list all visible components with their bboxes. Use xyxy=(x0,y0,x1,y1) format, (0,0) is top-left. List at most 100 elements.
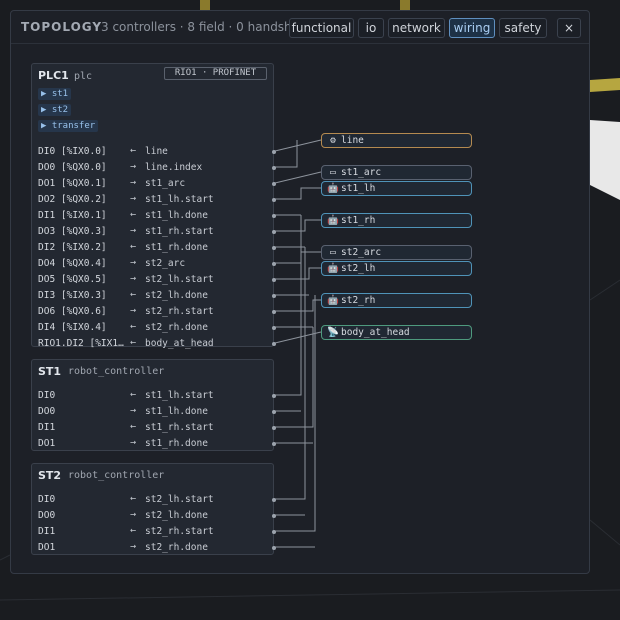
field-device-st2-rh[interactable]: 🤖 st2_rh xyxy=(321,293,472,308)
device-name: ST2 xyxy=(38,469,62,482)
port-connector[interactable] xyxy=(272,410,276,414)
port-connector[interactable] xyxy=(272,294,276,298)
signal-name: st2_rh.start xyxy=(145,526,214,537)
direction-arrow: → xyxy=(130,437,137,448)
port-connector[interactable] xyxy=(272,214,276,218)
field-device-st2-lh[interactable]: 🤖 st2_lh xyxy=(321,261,472,276)
direction-arrow: ← xyxy=(130,493,137,504)
signal-name: line xyxy=(145,146,168,157)
signal-name: st1_rh.done xyxy=(145,242,208,253)
port-address: DI0 [%IX0.0] xyxy=(38,146,107,157)
program-st1[interactable]: ▶ st1 xyxy=(38,88,72,100)
port-connector[interactable] xyxy=(272,246,276,250)
signal-name: st1_lh.start xyxy=(145,390,214,401)
port-connector[interactable] xyxy=(272,230,276,234)
port-address: DI0 xyxy=(38,494,56,505)
signal-name: st1_arc xyxy=(145,178,186,189)
device-name: PLC1 xyxy=(38,69,69,82)
field-device-st2-arc[interactable]: ▭ st2_arc xyxy=(321,245,472,260)
field-device-label: body_at_head xyxy=(341,327,410,338)
port-connector[interactable] xyxy=(272,166,276,170)
device-type: robot_controller xyxy=(68,470,165,481)
signal-name: st1_lh.done xyxy=(145,210,208,221)
direction-arrow: → xyxy=(130,161,137,172)
signal-name: st2_lh.done xyxy=(145,510,208,521)
field-device-label: st1_arc xyxy=(341,167,382,178)
port-address: DI3 [%IX0.3] xyxy=(38,290,107,301)
port-connector[interactable] xyxy=(272,530,276,534)
port-connector[interactable] xyxy=(272,262,276,266)
device-st2: ST2 robot_controller DI0 ← st2_lh.start DO0… xyxy=(31,463,276,555)
port-connector[interactable] xyxy=(272,394,276,398)
port-connector[interactable] xyxy=(272,198,276,202)
port-connector[interactable] xyxy=(272,150,276,154)
port-address: DO1 xyxy=(38,542,56,553)
field-device-label: st2_rh xyxy=(341,295,376,306)
field-device-st1-arc[interactable]: ▭ st1_arc xyxy=(321,165,472,180)
rectangle-icon: ▭ xyxy=(330,167,336,178)
port-address: DO1 [%QX0.1] xyxy=(38,178,107,189)
port-address: DO3 [%QX0.3] xyxy=(38,226,107,237)
field-device-st1-lh[interactable]: 🤖 st1_lh xyxy=(321,181,472,196)
port-connector[interactable] xyxy=(272,426,276,430)
port-connector[interactable] xyxy=(272,546,276,550)
field-device-label: st1_lh xyxy=(341,183,376,194)
port-connector[interactable] xyxy=(272,278,276,282)
port-address: RIO1.DI2 [%IX1… xyxy=(38,338,124,349)
robot-icon: 🤖 xyxy=(327,263,339,274)
program-transfer[interactable]: ▶ transfer xyxy=(38,120,99,132)
direction-arrow: → xyxy=(130,225,137,236)
field-device-st1-rh[interactable]: 🤖 st1_rh xyxy=(321,213,472,228)
field-device-label: st2_lh xyxy=(341,263,376,274)
wire xyxy=(275,215,302,396)
signal-name: st1_lh.start xyxy=(145,194,214,205)
signal-name: st2_rh.done xyxy=(145,322,208,333)
field-device-body-at-head[interactable]: 📡 body_at_head xyxy=(321,325,472,340)
port-address: DO1 xyxy=(38,438,56,449)
signal-name: st1_rh.start xyxy=(145,422,214,433)
port-address: DO0 [%QX0.0] xyxy=(38,162,107,173)
port-connector[interactable] xyxy=(272,498,276,502)
field-device-line[interactable]: ⚙ line xyxy=(321,133,472,148)
signal-name: line.index xyxy=(145,162,203,173)
port-address: DO0 xyxy=(38,406,56,417)
port-connector[interactable] xyxy=(272,182,276,186)
program-st2[interactable]: ▶ st2 xyxy=(38,104,72,116)
direction-arrow: → xyxy=(130,541,137,552)
field-device-label: line xyxy=(341,135,364,146)
wire xyxy=(275,295,316,532)
wire xyxy=(275,187,321,200)
robot-icon: 🤖 xyxy=(327,183,339,194)
port-address: DO0 xyxy=(38,510,56,521)
direction-arrow: → xyxy=(130,509,137,520)
device-st1: ST1 robot_controller DI0 ← st1_lh.start DO0… xyxy=(31,359,276,451)
direction-arrow: → xyxy=(130,405,137,416)
port-connector[interactable] xyxy=(272,442,276,446)
rectangle-icon: ▭ xyxy=(330,247,336,258)
signal-name: st2_rh.done xyxy=(145,542,208,553)
signal-name: st1_rh.done xyxy=(145,438,208,449)
port-address: DO6 [%QX0.6] xyxy=(38,306,107,317)
robot-icon: 🤖 xyxy=(327,295,339,306)
port-connector[interactable] xyxy=(272,326,276,330)
antenna-icon: 📡 xyxy=(327,327,339,338)
direction-arrow: ← xyxy=(130,389,137,400)
signal-name: st2_rh.start xyxy=(145,306,214,317)
port-connector[interactable] xyxy=(272,342,276,346)
network-badge: RIO1 · PROFINET xyxy=(164,67,267,80)
signal-name: body_at_head xyxy=(145,338,214,349)
wire xyxy=(274,331,322,344)
signal-name: st2_lh.start xyxy=(145,274,214,285)
gear-icon: ⚙ xyxy=(330,135,336,146)
direction-arrow: ← xyxy=(130,289,137,300)
wire xyxy=(275,267,321,280)
device-name: ST1 xyxy=(38,365,62,378)
direction-arrow: ← xyxy=(130,209,137,220)
direction-arrow: → xyxy=(130,257,137,268)
port-connector[interactable] xyxy=(272,310,276,314)
port-address: DI1 [%IX0.1] xyxy=(38,210,107,221)
port-address: DI0 xyxy=(38,390,56,401)
port-connector[interactable] xyxy=(272,514,276,518)
robot-icon: 🤖 xyxy=(327,215,339,226)
wire xyxy=(275,251,321,264)
